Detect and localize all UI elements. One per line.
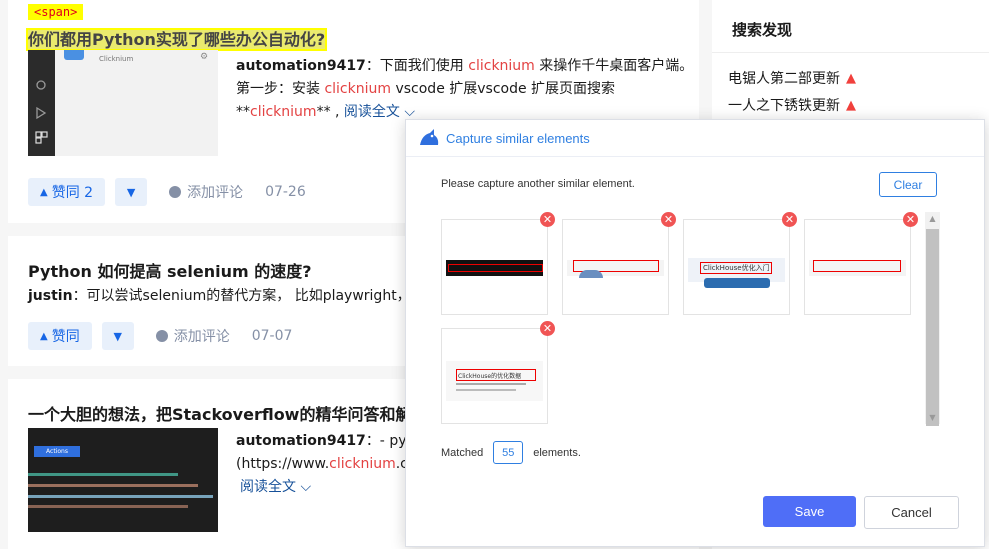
upvote-button[interactable]: ▲ 赞同 2 <box>28 178 106 206</box>
captured-element-thumb[interactable]: ✕ <box>804 212 918 315</box>
remove-icon[interactable]: ✕ <box>903 212 918 227</box>
question-title[interactable]: Python 如何提高 selenium 的速度? <box>28 258 312 282</box>
downvote-button[interactable]: ▼ <box>101 322 134 350</box>
captured-element-thumb[interactable]: ClickHouse的优化数据 ✕ <box>441 321 555 424</box>
dialog-message: Please capture another similar element. <box>441 178 635 190</box>
answer-date: 07-07 <box>251 328 293 344</box>
comment-button[interactable]: 添加评论 <box>169 182 243 202</box>
question-title[interactable]: 你们都用Python实现了哪些办公自动化? <box>25 26 328 51</box>
captured-elements-grid: ✕ ✕ ClickHouse优化入门 ✕ ✕ ClickHouse的优化数据 ✕ <box>441 212 926 424</box>
answer-date: 07-26 <box>265 184 306 200</box>
answer-actions: ▲ 赞同 2 ▼ 添加评论 07-26 <box>28 178 306 206</box>
code-lines <box>28 473 213 508</box>
scroll-down-icon: ▼ <box>929 413 936 422</box>
clicknium-bird-icon <box>420 129 439 145</box>
highlighted-title[interactable]: 你们都用Python实现了哪些办公自动化? <box>25 28 328 51</box>
matched-count: 55 <box>493 441 524 464</box>
captured-element-thumb[interactable]: ClickHouse优化入门 ✕ <box>683 212 797 315</box>
read-more-link[interactable]: 阅读全文 ⌵ <box>344 104 415 120</box>
author-name: justin <box>28 288 73 304</box>
fire-icon: ▲ <box>846 97 856 113</box>
matched-summary: Matched 55 elements. <box>441 441 581 464</box>
answer-thumbnail[interactable]: Clicknium ⚙ <box>28 50 218 156</box>
save-button[interactable]: Save <box>763 496 856 527</box>
dialog-header: Capture similar elements <box>406 120 984 157</box>
span-tag-label: <span> <box>28 4 84 20</box>
chevron-down-icon: ⌵ <box>404 104 415 120</box>
sidebar-item-trending[interactable]: 一人之下锈铁更新 ▲ <box>728 95 856 115</box>
triangle-down-icon: ▼ <box>113 329 122 343</box>
comment-button[interactable]: 添加评论 <box>155 326 230 346</box>
question-title[interactable]: 一个大胆的想法，把Stackoverflow的精华问答和解答 <box>28 401 427 425</box>
remove-icon[interactable]: ✕ <box>540 212 555 227</box>
clear-button[interactable]: Clear <box>879 172 937 197</box>
author-name: automation9417 <box>236 433 366 449</box>
clicknium-logo-icon <box>64 50 84 60</box>
answer-actions: ▲ 赞同 ▼ 添加评论 07-07 <box>28 322 292 350</box>
chevron-down-icon: ⌵ <box>300 479 312 495</box>
downvote-button[interactable]: ▼ <box>115 178 148 206</box>
triangle-down-icon: ▼ <box>126 185 136 199</box>
upvote-button[interactable]: ▲ 赞同 <box>28 322 92 350</box>
answer-excerpt[interactable]: justin：可以尝试selenium的替代方案， 比如playwright，或 <box>28 285 425 308</box>
triangle-up-icon: ▲ <box>40 330 48 342</box>
comment-icon <box>155 330 168 342</box>
sidebar-item-trending[interactable]: 电锯人第二部更新 ▲ <box>728 68 856 88</box>
remove-icon[interactable]: ✕ <box>661 212 676 227</box>
scroll-up-icon: ▲ <box>929 214 936 223</box>
triangle-up-icon: ▲ <box>40 186 48 198</box>
dialog-title: Capture similar elements <box>446 130 590 146</box>
gear-icon: ⚙ <box>200 52 209 62</box>
activity-icons <box>35 80 48 144</box>
divider <box>712 52 989 53</box>
captured-element-thumb[interactable]: ✕ <box>441 212 555 315</box>
sidebar-title: 搜索发现 <box>732 21 793 39</box>
remove-icon[interactable]: ✕ <box>782 212 797 227</box>
remove-icon[interactable]: ✕ <box>540 321 555 336</box>
author-name[interactable]: automation9417 <box>236 58 366 74</box>
fire-icon: ▲ <box>846 70 856 86</box>
thumb-label: Clicknium <box>99 55 134 63</box>
cancel-button[interactable]: Cancel <box>864 496 959 529</box>
scrollbar-thumb[interactable] <box>926 229 939 426</box>
comment-icon <box>169 186 182 198</box>
grid-scrollbar[interactable]: ▲ ▼ <box>925 212 940 426</box>
answer-excerpt[interactable]: automation9417：下面我们使用 clicknium 来操作千牛桌面客… <box>236 55 693 124</box>
actions-button-thumb: Actions <box>34 446 80 457</box>
answer-excerpt[interactable]: automation9417：- pyth (https://www.click… <box>236 430 421 499</box>
answer-thumbnail[interactable]: Actions <box>28 428 218 532</box>
capture-similar-dialog: Capture similar elements Please capture … <box>405 119 985 547</box>
captured-element-thumb[interactable]: ✕ <box>562 212 676 315</box>
read-more-link[interactable]: 阅读全文 ⌵ <box>240 479 311 495</box>
